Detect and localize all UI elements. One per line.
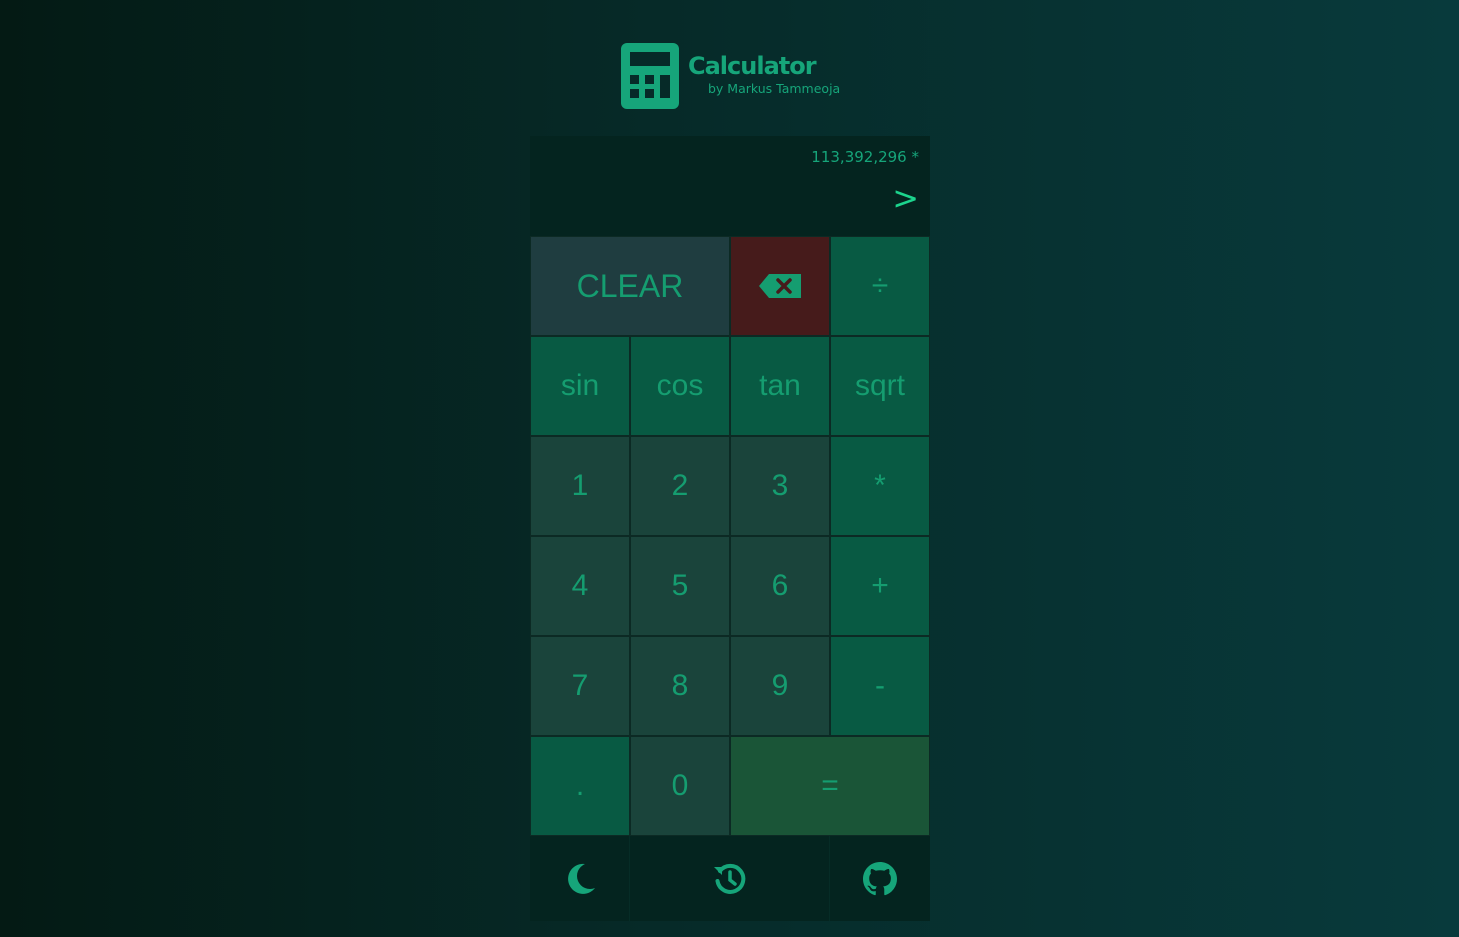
- footer-toolbar: [530, 836, 930, 921]
- divide-button[interactable]: ÷: [830, 236, 930, 336]
- app-header: Calculator by Markus Tammeoja: [621, 43, 861, 109]
- calculator: 113,392,296 * > CLEAR ÷ sin cos tan sqrt…: [530, 136, 930, 921]
- digit-0-button[interactable]: 0: [630, 736, 730, 836]
- backspace-icon: [759, 274, 801, 298]
- display: 113,392,296 * >: [530, 136, 930, 236]
- keypad: CLEAR ÷ sin cos tan sqrt 1 2 3 * 4 5 6 +…: [530, 236, 930, 836]
- digit-2-button[interactable]: 2: [630, 436, 730, 536]
- sin-button[interactable]: sin: [530, 336, 630, 436]
- backspace-button[interactable]: [730, 236, 830, 336]
- digit-7-button[interactable]: 7: [530, 636, 630, 736]
- digit-9-button[interactable]: 9: [730, 636, 830, 736]
- cos-button[interactable]: cos: [630, 336, 730, 436]
- theme-toggle-button[interactable]: [530, 836, 630, 921]
- calculator-icon: [621, 43, 679, 109]
- app-title: Calculator: [688, 52, 817, 80]
- plus-button[interactable]: +: [830, 536, 930, 636]
- digit-1-button[interactable]: 1: [530, 436, 630, 536]
- clear-button[interactable]: CLEAR: [530, 236, 730, 336]
- digit-8-button[interactable]: 8: [630, 636, 730, 736]
- input-prompt[interactable]: >: [892, 180, 919, 216]
- github-icon: [863, 861, 897, 895]
- multiply-button[interactable]: *: [830, 436, 930, 536]
- history-button[interactable]: [630, 836, 830, 921]
- digit-4-button[interactable]: 4: [530, 536, 630, 636]
- decimal-button[interactable]: .: [530, 736, 630, 836]
- digit-6-button[interactable]: 6: [730, 536, 830, 636]
- minus-button[interactable]: -: [830, 636, 930, 736]
- equals-button[interactable]: =: [730, 736, 930, 836]
- history-icon: [713, 863, 745, 894]
- digit-5-button[interactable]: 5: [630, 536, 730, 636]
- github-button[interactable]: [830, 836, 930, 921]
- sqrt-button[interactable]: sqrt: [830, 336, 930, 436]
- moon-icon: [567, 863, 595, 894]
- history-expression: 113,392,296 *: [811, 148, 919, 166]
- app-subtitle: by Markus Tammeoja: [708, 81, 841, 96]
- tan-button[interactable]: tan: [730, 336, 830, 436]
- digit-3-button[interactable]: 3: [730, 436, 830, 536]
